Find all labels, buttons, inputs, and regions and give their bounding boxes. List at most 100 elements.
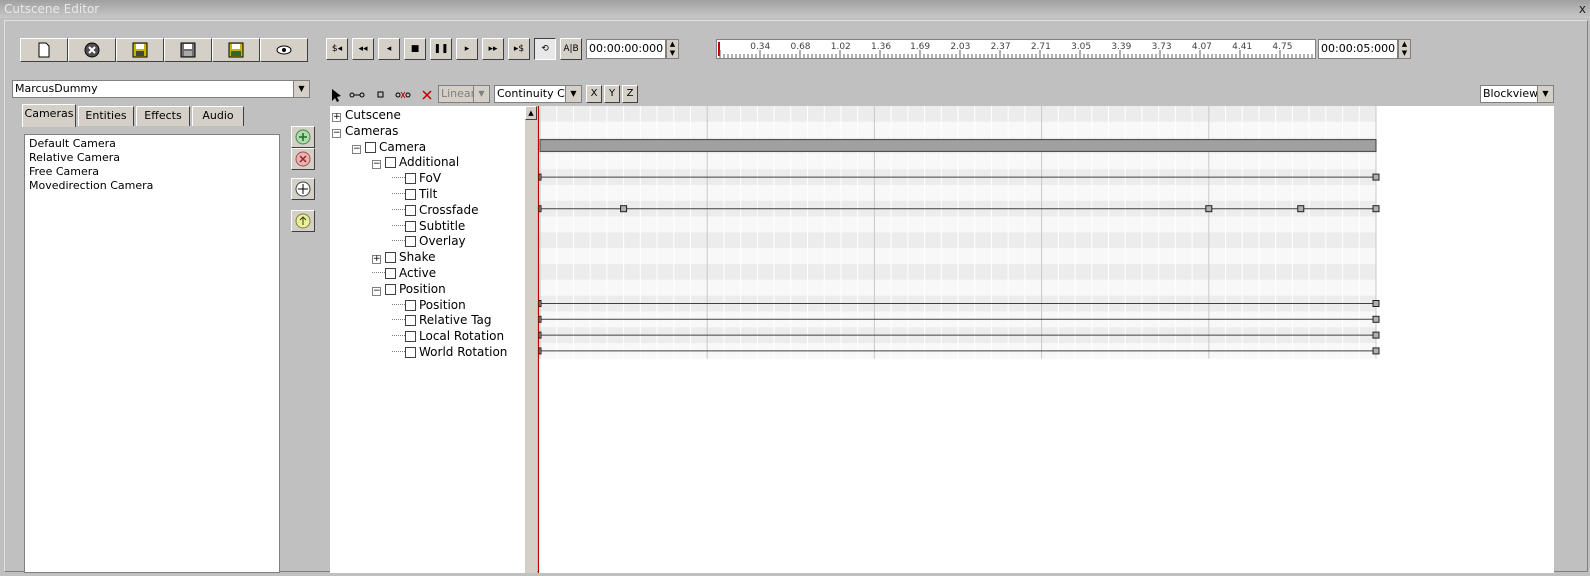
tree-node[interactable]: − Additional — [372, 154, 459, 170]
move-camera-button[interactable] — [291, 178, 315, 200]
start-time-spinner[interactable]: ▲ ▼ — [666, 39, 679, 59]
end-time-spinner[interactable]: ▲ ▼ — [1398, 39, 1411, 59]
add-camera-button[interactable] — [291, 126, 315, 148]
tree-node[interactable]: World Rotation — [392, 344, 507, 360]
loop-toggle[interactable]: ⟲ — [534, 38, 556, 60]
tree-node[interactable]: Subtitle — [392, 218, 465, 234]
tree-node[interactable]: Position — [392, 297, 466, 313]
timeline-area[interactable] — [538, 106, 1554, 573]
track-checkbox[interactable] — [405, 315, 416, 327]
key-tool-icon[interactable] — [372, 86, 390, 104]
collapse-icon[interactable]: − — [372, 160, 381, 170]
axis-y-button[interactable]: Y — [604, 85, 620, 103]
tree-node[interactable]: Crossfade — [392, 202, 478, 218]
keyframe — [1372, 205, 1380, 213]
tree-node-label: Active — [399, 266, 437, 280]
object-select[interactable]: MarcusDummy ▼ — [12, 80, 310, 98]
track-checkbox[interactable] — [405, 299, 416, 311]
interpolation-select[interactable]: Linear ▼ — [438, 85, 490, 103]
remove-camera-button[interactable] — [291, 148, 315, 170]
scroll-up-icon[interactable]: ▲ — [525, 106, 537, 120]
close-document-button[interactable] — [68, 38, 116, 62]
ab-loop-button[interactable]: A|B — [560, 38, 582, 60]
tab-effects[interactable]: Effects — [136, 106, 190, 126]
step-back-button[interactable]: ◂ — [378, 38, 400, 60]
list-item[interactable]: Movedirection Camera — [29, 179, 275, 193]
move-up-button[interactable] — [291, 210, 315, 232]
tree-node[interactable]: Tilt — [392, 186, 437, 202]
tab-cameras[interactable]: Cameras — [22, 104, 76, 127]
cut-link-tool-icon[interactable] — [394, 86, 412, 104]
keyframe — [1372, 315, 1380, 323]
goto-end-button[interactable]: ▸$ — [508, 38, 530, 60]
track-checkbox[interactable] — [385, 252, 396, 264]
new-button[interactable] — [20, 38, 68, 62]
axis-z-button[interactable]: Z — [622, 85, 638, 103]
list-item[interactable]: Relative Camera — [29, 151, 275, 165]
goto-start-button[interactable]: $◂ — [326, 38, 348, 60]
close-icon[interactable]: x — [1579, 0, 1586, 18]
end-time-field[interactable]: 00:00:05:000 — [1318, 39, 1398, 59]
tree-node[interactable]: − Position — [372, 281, 446, 297]
tree-scrollbar[interactable]: ▲ — [525, 106, 537, 573]
tree-node[interactable]: Active — [372, 265, 436, 281]
track-checkbox[interactable] — [405, 347, 416, 358]
continuity-select[interactable]: Continuity C1 ▼ — [494, 85, 582, 103]
window-title: Cutscene Editor — [4, 2, 100, 16]
tree-node[interactable]: + Shake — [372, 249, 435, 265]
chevron-down-icon[interactable]: ▼ — [565, 86, 581, 102]
track-checkbox[interactable] — [385, 157, 396, 169]
expand-icon[interactable]: + — [332, 113, 341, 122]
camera-list[interactable]: Default Camera Relative Camera Free Came… — [24, 134, 280, 573]
tab-audio[interactable]: Audio — [192, 106, 244, 126]
save-button[interactable] — [116, 38, 164, 62]
tree-node[interactable]: Overlay — [392, 233, 466, 249]
view-select[interactable]: Blockview ▼ — [1480, 85, 1554, 103]
keyframe — [1297, 205, 1305, 213]
tree-node[interactable]: − Camera — [352, 139, 426, 155]
track-checkbox[interactable] — [405, 173, 416, 185]
tree-node[interactable]: + Cutscene — [332, 107, 401, 123]
collapse-icon[interactable]: − — [332, 128, 341, 138]
list-item[interactable]: Default Camera — [29, 137, 275, 151]
track-checkbox[interactable] — [405, 204, 416, 216]
tab-entities[interactable]: Entities — [78, 106, 134, 126]
time-ruler[interactable]: 0.34 0.68 1.02 1.36 1.69 2.03 2.37 2.71 3.05 3.39… — [716, 39, 1316, 59]
link-tool-icon[interactable] — [348, 86, 366, 104]
collapse-icon[interactable]: − — [372, 286, 381, 296]
start-time-field[interactable]: 00:00:00:000 — [586, 39, 666, 59]
expand-icon[interactable]: + — [372, 255, 381, 265]
fast-forward-button[interactable]: ▸▸ — [482, 38, 504, 60]
save-as-button[interactable] — [164, 38, 212, 62]
object-select-value: MarcusDummy — [15, 82, 98, 95]
track-checkbox[interactable] — [405, 236, 416, 248]
tree-node[interactable]: Relative Tag — [392, 312, 492, 328]
list-item[interactable]: Free Camera — [29, 165, 275, 179]
chevron-down-icon[interactable]: ▼ — [473, 86, 489, 102]
save-all-button[interactable] — [212, 38, 260, 62]
track-checkbox[interactable] — [385, 268, 396, 279]
tree-node[interactable]: FoV — [392, 170, 441, 186]
track-checkbox[interactable] — [405, 331, 416, 343]
stop-button[interactable]: ■ — [404, 38, 426, 60]
track-checkbox[interactable] — [405, 189, 416, 200]
track-tree[interactable]: + Cutscene − Cameras − Camera − Additional FoV Ti… — [330, 106, 525, 573]
chevron-down-icon[interactable]: ▼ — [1537, 86, 1553, 102]
collapse-icon[interactable]: − — [352, 144, 361, 154]
track-checkbox[interactable] — [405, 220, 416, 232]
play-button[interactable]: ▸ — [456, 38, 478, 60]
tree-node[interactable]: − Cameras — [332, 123, 398, 139]
delete-key-tool-icon[interactable] — [418, 86, 436, 104]
timeline-tracks[interactable] — [538, 106, 1554, 573]
continuity-value: Continuity C1 — [497, 87, 572, 100]
track-checkbox[interactable] — [365, 141, 376, 153]
tree-node[interactable]: Local Rotation — [392, 328, 504, 344]
tree-node-label: Position — [419, 297, 466, 312]
pause-button[interactable]: ❚❚ — [430, 38, 452, 60]
rewind-button[interactable]: ◂◂ — [352, 38, 374, 60]
preview-button[interactable] — [260, 38, 308, 62]
axis-x-button[interactable]: X — [586, 85, 602, 103]
track-checkbox[interactable] — [385, 283, 396, 295]
select-tool-icon[interactable] — [328, 86, 346, 104]
chevron-down-icon[interactable]: ▼ — [293, 81, 309, 97]
